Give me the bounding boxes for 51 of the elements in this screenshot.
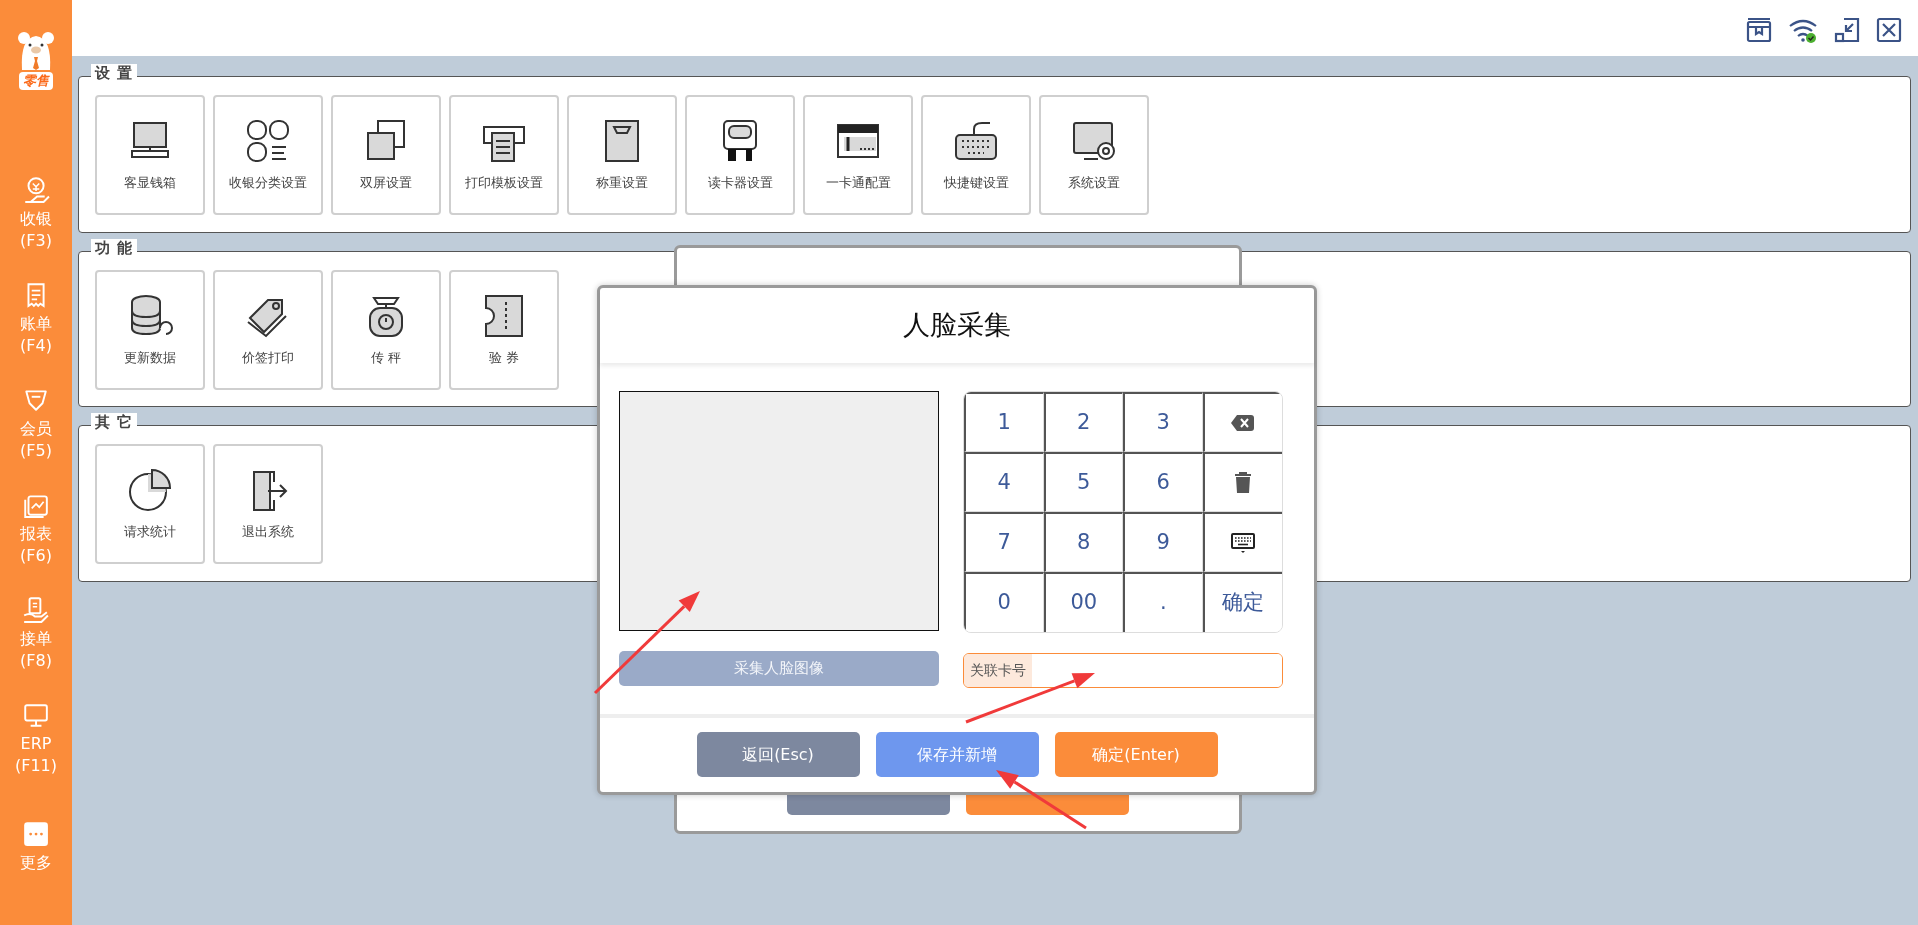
box-icon xyxy=(1746,17,1772,43)
settings-tile[interactable]: 传 秤 xyxy=(331,270,441,390)
keypad-key[interactable]: 确定 xyxy=(1202,572,1282,632)
hand-note-icon[interactable] xyxy=(22,596,50,624)
keypad-key[interactable] xyxy=(1202,452,1282,512)
settings-tile[interactable]: 系统设置 xyxy=(1039,95,1149,215)
keypad-key[interactable]: 3 xyxy=(1123,392,1203,452)
keypad-key[interactable]: 9 xyxy=(1123,512,1203,572)
section-title: 功 能 xyxy=(91,239,138,257)
wifi-icon xyxy=(1788,17,1818,43)
settings-tile[interactable]: 称重设置 xyxy=(567,95,677,215)
settings-tile[interactable]: 更新数据 xyxy=(95,270,205,390)
keypad-key[interactable] xyxy=(1202,512,1282,572)
dialog-title: 人脸采集 xyxy=(903,308,1011,343)
settings-tile[interactable]: 一卡通配置 xyxy=(803,95,913,215)
card-number-field[interactable]: 关联卡号 xyxy=(963,653,1283,688)
backspace-icon xyxy=(1230,412,1257,433)
keyboard-icon xyxy=(1230,531,1257,554)
keypad-key[interactable]: 7 xyxy=(964,512,1044,572)
settings-tile[interactable]: 客显钱箱 xyxy=(95,95,205,215)
settings-tile[interactable]: 打印模板设置 xyxy=(449,95,559,215)
keypad-key[interactable]: 00 xyxy=(1043,572,1123,632)
more-icon[interactable] xyxy=(22,820,50,848)
shrink-icon xyxy=(1834,17,1860,43)
close-icon[interactable] xyxy=(1876,17,1902,43)
keypad-key[interactable]: 2 xyxy=(1043,392,1123,452)
keypad-key[interactable]: 1 xyxy=(964,392,1044,452)
trash-icon xyxy=(1233,470,1254,495)
keypad-key[interactable]: . xyxy=(1123,572,1203,632)
monitor-icon[interactable] xyxy=(22,701,50,729)
logo-text: 零售 xyxy=(19,72,53,90)
settings-tile[interactable]: 双屏设置 xyxy=(331,95,441,215)
settings-tile[interactable]: 收银分类设置 xyxy=(213,95,323,215)
section-title: 设 置 xyxy=(91,64,138,82)
settings-tile[interactable]: 请求统计 xyxy=(95,444,205,564)
section-title: 其 它 xyxy=(91,413,138,431)
settings-tile[interactable]: 快捷键设置 xyxy=(921,95,1031,215)
settings-tile[interactable]: 验 券 xyxy=(449,270,559,390)
settings-tile[interactable]: 价签打印 xyxy=(213,270,323,390)
bear-logo-icon xyxy=(16,30,56,72)
field-label: 关联卡号 xyxy=(964,654,1032,687)
dialog-button[interactable]: 返回(Esc) xyxy=(696,732,860,777)
keypad-key[interactable]: 0 xyxy=(964,572,1044,632)
keypad-key[interactable]: 5 xyxy=(1043,452,1123,512)
keypad-key[interactable]: 8 xyxy=(1043,512,1123,572)
keypad-key[interactable]: 4 xyxy=(964,452,1044,512)
settings-tile[interactable]: 退出系统 xyxy=(213,444,323,564)
settings-tile[interactable]: 读卡器设置 xyxy=(685,95,795,215)
keypad-key[interactable] xyxy=(1202,392,1282,452)
keypad-key[interactable]: 6 xyxy=(1123,452,1203,512)
coin-hand-icon[interactable] xyxy=(22,176,50,204)
